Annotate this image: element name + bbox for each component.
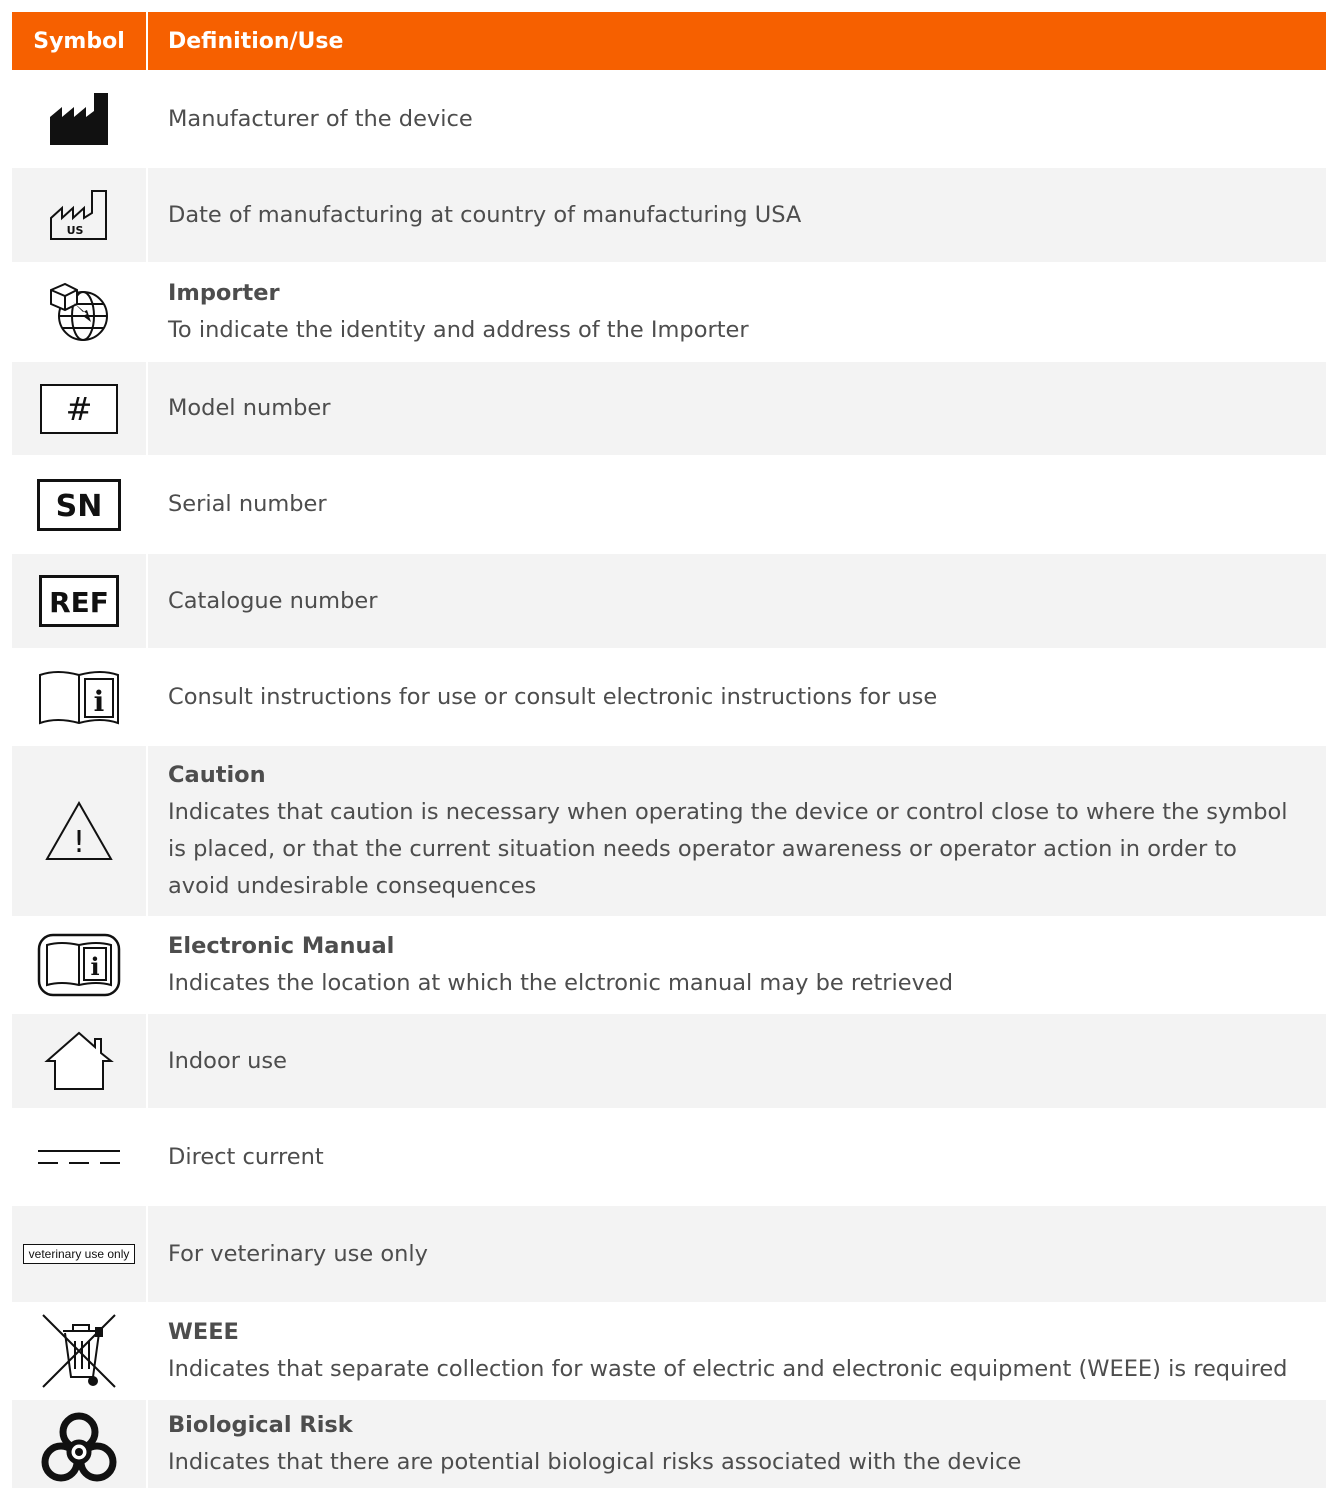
row-title: Caution — [168, 762, 266, 788]
symbols-table: Symbol Definition/Use Manufacturer of th… — [12, 12, 1326, 1488]
table-header: Symbol Definition/Use — [12, 12, 1326, 70]
row-text: Indicates the location at which the elct… — [168, 970, 954, 996]
direct-current-icon — [38, 1150, 120, 1164]
row-title: WEEE — [168, 1319, 239, 1345]
row-text: Date of manufacturing at country of manu… — [168, 201, 802, 228]
veterinary-use-icon: veterinary use only — [22, 1244, 136, 1264]
consult-icon-label: i — [94, 685, 105, 718]
table-row: REF Catalogue number — [12, 554, 1326, 648]
manual-icon-label: i — [90, 952, 99, 981]
table-row: Importer To indicate the identity and ad… — [12, 262, 1326, 362]
row-text: Serial number — [168, 491, 327, 517]
table-row: SN Serial number — [12, 455, 1326, 554]
row-text: For veterinary use only — [168, 1240, 428, 1267]
biohazard-icon — [41, 1412, 117, 1482]
caution-icon-label: ! — [73, 825, 85, 860]
model-icon-label: # — [66, 390, 93, 428]
caution-icon: ! — [45, 800, 113, 860]
row-title: Importer — [168, 280, 280, 306]
table-row: US Date of manufacturing at country of m… — [12, 168, 1326, 262]
table-row: veterinary use only For veterinary use o… — [12, 1206, 1326, 1302]
veterinary-icon-label: veterinary use only — [28, 1247, 130, 1261]
row-text: Indicates that separate collection for w… — [168, 1356, 1288, 1382]
table-row: Indoor use — [12, 1014, 1326, 1108]
consult-instructions-icon: i — [39, 671, 119, 725]
row-title: Electronic Manual — [168, 933, 395, 959]
row-text: Manufacturer of the device — [168, 105, 473, 132]
row-text: Direct current — [168, 1143, 324, 1170]
row-text: Model number — [168, 395, 331, 421]
row-text: Indoor use — [168, 1047, 287, 1074]
table-row: WEEE Indicates that separate collection … — [12, 1302, 1326, 1400]
table-row: ! Caution Indicates that caution is nece… — [12, 746, 1326, 916]
table-row: Biological Risk Indicates that there are… — [12, 1400, 1326, 1488]
table-row: i Consult instructions for use or consul… — [12, 648, 1326, 746]
date-icon-label: US — [67, 224, 84, 237]
date-of-manufacture-icon: US — [50, 190, 107, 240]
manufacturer-icon — [50, 93, 108, 145]
catalogue-number-icon: REF — [39, 575, 119, 627]
ref-icon-label: REF — [49, 586, 109, 619]
header-definition: Definition/Use — [168, 28, 344, 54]
row-text: Catalogue number — [168, 587, 378, 614]
table-row: i Electronic Manual Indicates the locati… — [12, 916, 1326, 1014]
row-title: Biological Risk — [168, 1412, 353, 1438]
table-row: Manufacturer of the device — [12, 70, 1326, 168]
weee-icon — [42, 1314, 116, 1388]
serial-icon-label: SN — [56, 489, 103, 524]
model-number-icon: # — [40, 383, 118, 434]
indoor-use-icon — [44, 1031, 114, 1090]
table-row: Direct current — [12, 1108, 1326, 1206]
row-text: Indicates that there are potential biolo… — [168, 1449, 1022, 1475]
row-text: Consult instructions for use or consult … — [168, 683, 938, 710]
table-row: # Model number — [12, 362, 1326, 455]
electronic-manual-icon: i — [37, 933, 121, 997]
header-symbol: Symbol — [12, 12, 148, 70]
row-text: Indicates that caution is necessary when… — [168, 799, 1288, 899]
row-text: To indicate the identity and address of … — [168, 317, 749, 343]
serial-number-icon: SN — [37, 478, 121, 531]
importer-icon — [50, 282, 108, 341]
